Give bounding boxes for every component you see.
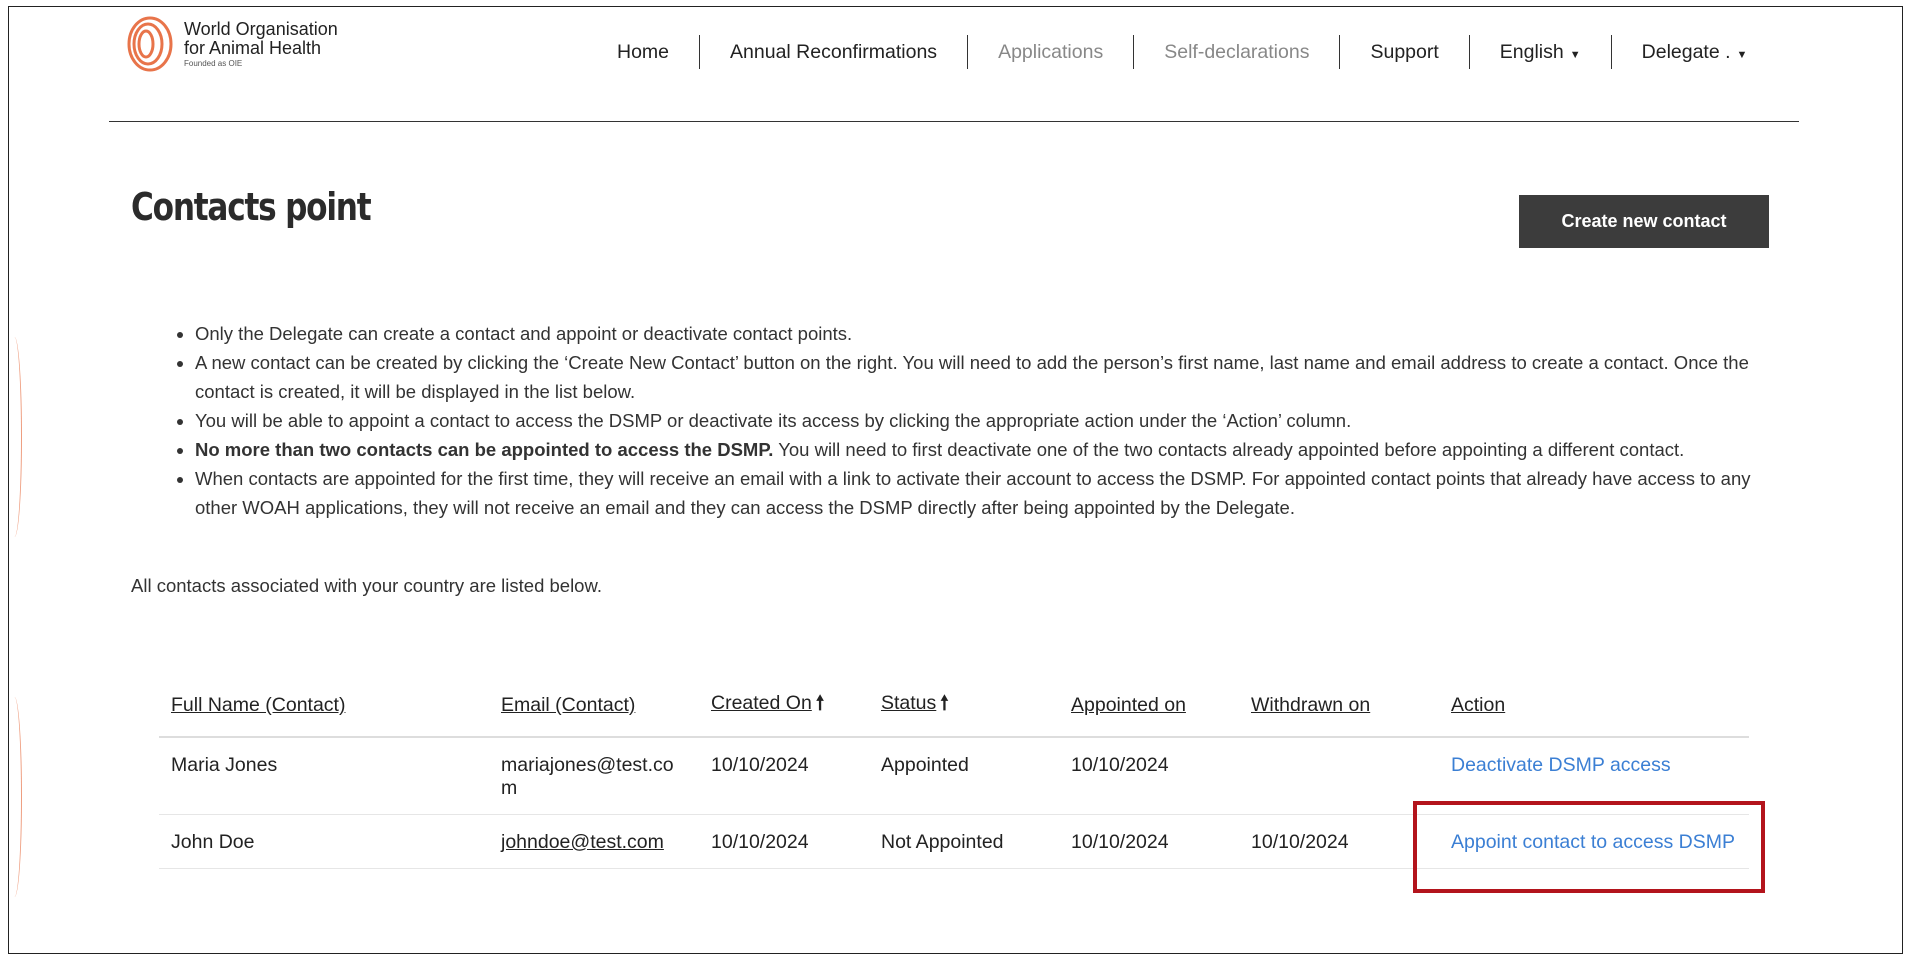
column-header-label: Email (Contact) [501, 694, 636, 716]
nav-support-label: Support [1370, 41, 1439, 63]
contacts-table: Full Name (Contact) Email (Contact) Crea… [159, 679, 1749, 869]
email-text: mariajones@test.com [501, 754, 674, 799]
create-new-contact-button[interactable]: Create new contact [1519, 195, 1769, 248]
sort-up-arrow-icon: 🠕 [940, 692, 949, 714]
table-row: Maria Jones mariajones@test.com 10/10/20… [159, 737, 1749, 815]
cell-appointed-on: 10/10/2024 [1059, 737, 1239, 815]
nav-language-label: English [1499, 41, 1564, 63]
column-header-label: Appointed on [1071, 694, 1186, 716]
nav-language-dropdown[interactable]: English ▼ [1468, 35, 1611, 69]
column-header-label: Withdrawn on [1251, 694, 1371, 716]
cell-email: johndoe@test.com [489, 814, 699, 869]
cell-email: mariajones@test.com [489, 737, 699, 815]
caret-down-icon: ▼ [1736, 49, 1748, 61]
nav-support[interactable]: Support [1339, 35, 1468, 69]
logo-line-2: for Animal Health [184, 37, 322, 58]
deactivate-dsmp-access-link[interactable]: Deactivate DSMP access [1451, 754, 1671, 776]
instruction-item: A new contact can be created by clicking… [195, 348, 1755, 406]
cell-withdrawn-on: 10/10/2024 [1239, 814, 1439, 869]
cell-action: Appoint contact to access DSMP [1439, 814, 1749, 869]
logo-text: World Organisation for Animal Health Fou… [184, 20, 338, 68]
decorative-arc [9, 697, 22, 897]
nav-annual-reconfirmations-label: Annual Reconfirmations [730, 41, 938, 63]
column-header-status[interactable]: Status 🠕 [869, 679, 1059, 738]
cell-action: Deactivate DSMP access [1439, 737, 1749, 815]
woah-logo-icon [127, 16, 173, 72]
nav-user-label: Delegate . [1641, 41, 1731, 63]
sort-up-arrow-icon: 🠕 [815, 692, 825, 714]
email-link[interactable]: johndoe@test.com [501, 831, 664, 853]
nav-self-declarations[interactable]: Self-declarations [1133, 35, 1339, 69]
instruction-text: You will need to first deactivate one of… [773, 439, 1685, 460]
caret-down-icon: ▼ [1569, 49, 1581, 61]
instruction-item: When contacts are appointed for the firs… [195, 464, 1755, 522]
cell-withdrawn-on [1239, 737, 1439, 815]
column-header-appointed-on[interactable]: Appointed on [1059, 679, 1239, 738]
column-header-created-on[interactable]: Created On 🠕 [699, 679, 869, 738]
instruction-text: When contacts are appointed for the firs… [195, 468, 1751, 518]
header-divider [109, 121, 1799, 122]
decorative-arc [9, 337, 22, 537]
nav-applications-label: Applications [998, 41, 1104, 63]
logo-line-3: Founded as OIE [184, 58, 243, 68]
nav-self-declarations-label: Self-declarations [1164, 41, 1310, 63]
main-navigation: Home Annual Reconfirmations Applications… [599, 35, 1777, 69]
woah-logo[interactable]: World Organisation for Animal Health Fou… [124, 15, 338, 73]
nav-home-label: Home [617, 41, 670, 63]
column-header-label: Action [1451, 694, 1506, 716]
nav-annual-reconfirmations[interactable]: Annual Reconfirmations [699, 35, 967, 69]
column-header-label: Status [881, 692, 937, 714]
cell-status: Appointed [869, 737, 1059, 815]
table-header-row: Full Name (Contact) Email (Contact) Crea… [159, 679, 1749, 738]
column-header-action[interactable]: Action [1439, 679, 1749, 738]
instruction-text: You will be able to appoint a contact to… [195, 410, 1352, 431]
instruction-text: A new contact can be created by clicking… [195, 352, 1749, 402]
column-header-withdrawn-on[interactable]: Withdrawn on [1239, 679, 1439, 738]
cell-full-name: John Doe [159, 814, 489, 869]
nav-user-dropdown[interactable]: Delegate . ▼ [1610, 35, 1778, 69]
logo-line-1: World Organisation [184, 18, 338, 39]
appoint-contact-link[interactable]: Appoint contact to access DSMP [1451, 831, 1735, 853]
cell-status: Not Appointed [869, 814, 1059, 869]
column-header-label: Created On [711, 692, 812, 714]
nav-home[interactable]: Home [599, 35, 699, 69]
instruction-item: No more than two contacts can be appoint… [195, 435, 1755, 464]
instruction-item: You will be able to appoint a contact to… [195, 406, 1755, 435]
cell-appointed-on: 10/10/2024 [1059, 814, 1239, 869]
cell-created-on: 10/10/2024 [699, 737, 869, 815]
instruction-item: Only the Delegate can create a contact a… [195, 319, 1755, 348]
column-header-label: Full Name (Contact) [171, 694, 346, 716]
column-header-full-name[interactable]: Full Name (Contact) [159, 679, 489, 738]
contacts-intro-text: All contacts associated with your countr… [131, 575, 602, 596]
instructions-list: Only the Delegate can create a contact a… [169, 319, 1755, 522]
instruction-bold: No more than two contacts can be appoint… [195, 439, 774, 460]
cell-created-on: 10/10/2024 [699, 814, 869, 869]
nav-applications[interactable]: Applications [967, 35, 1133, 69]
page-title: Contacts point [131, 185, 372, 229]
cell-full-name: Maria Jones [159, 737, 489, 815]
table-row: John Doe johndoe@test.com 10/10/2024 Not… [159, 814, 1749, 869]
page-frame: World Organisation for Animal Health Fou… [8, 6, 1903, 954]
column-header-email[interactable]: Email (Contact) [489, 679, 699, 738]
instruction-text: Only the Delegate can create a contact a… [195, 323, 853, 344]
